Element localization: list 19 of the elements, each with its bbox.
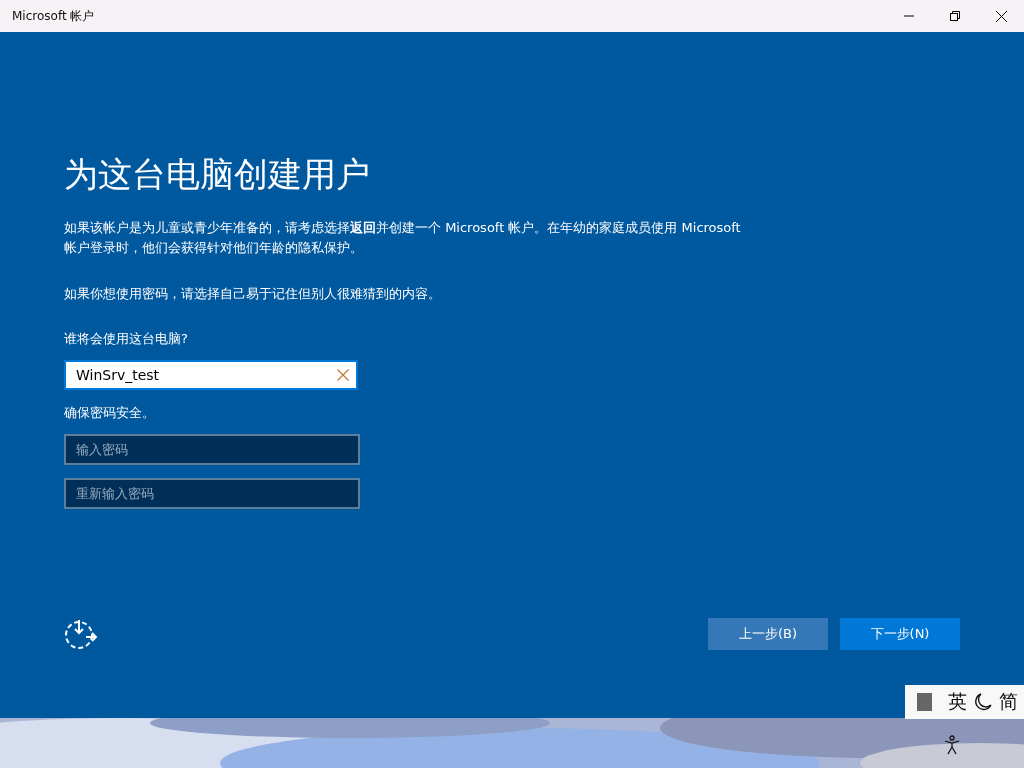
grip-icon[interactable] <box>917 693 932 711</box>
next-button[interactable]: 下一步(N) <box>840 618 960 650</box>
password-field[interactable]: 重新输入密码 <box>64 478 360 510</box>
name-label: 谁将会使用这台电脑? <box>64 330 189 349</box>
moon-icon[interactable] <box>973 692 993 712</box>
info-text: 如果该帐户是为儿童或青少年准备的，请考虑选择返回并创建一个 Microsoft 帐户。在年幼的家庭成员使用 Microsoft 帐户登录时，他们会获得针对他们年龄的隐私保护。 <box>64 219 742 258</box>
password-label: 确保密码安全。 <box>64 404 156 423</box>
close-icon[interactable] <box>995 10 1007 22</box>
accessibility-person-icon[interactable] <box>942 735 962 755</box>
window-title: Microsoft 帐户 <box>11 7 96 25</box>
script-toggle[interactable]: 简 <box>993 689 1024 715</box>
input-mode-toggle[interactable]: 英 <box>942 689 973 715</box>
back-button[interactable]: 上一步(B) <box>708 618 828 650</box>
page-heading: 为这台电脑创建用户 <box>64 153 371 196</box>
password-field[interactable]: 输入密码 <box>64 434 360 466</box>
info-text: 如果你想使用密码，请选择自己易于记住但别人很难猜到的内容。 <box>64 285 442 304</box>
user-name-field[interactable]: WinSrv_test <box>64 360 358 391</box>
restore-icon[interactable] <box>950 11 960 21</box>
clear-icon[interactable] <box>337 369 349 382</box>
